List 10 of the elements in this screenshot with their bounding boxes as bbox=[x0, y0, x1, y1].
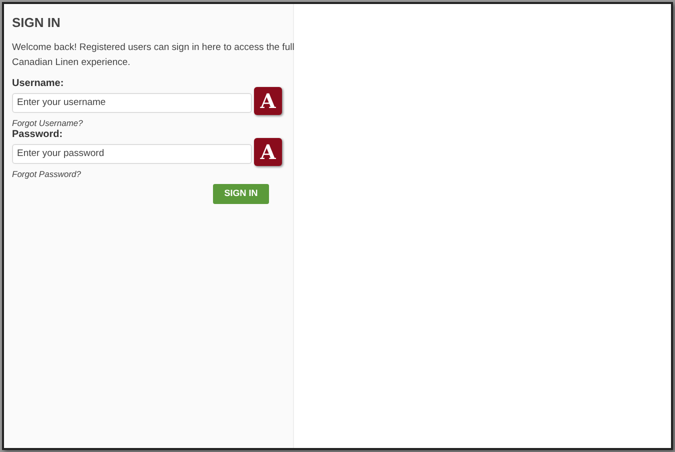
field-label: Username: bbox=[12, 78, 65, 90]
input-field[interactable]: Enter your password bbox=[12, 144, 252, 164]
forgot-link[interactable]: Forgot Password? bbox=[12, 168, 285, 180]
forgot-link[interactable]: Forgot Username? bbox=[12, 117, 285, 129]
autofill-badge[interactable]: A bbox=[254, 87, 282, 115]
field-label: Password: bbox=[12, 129, 64, 141]
welcome-text: Welcome back! Registered users can sign in here to access the full Canadian Linen experience. bbox=[12, 41, 296, 70]
sign-in-title: SIGN IN bbox=[12, 14, 62, 32]
autofill-badge[interactable]: A bbox=[254, 138, 282, 166]
input-field[interactable]: Enter your username bbox=[12, 92, 252, 112]
